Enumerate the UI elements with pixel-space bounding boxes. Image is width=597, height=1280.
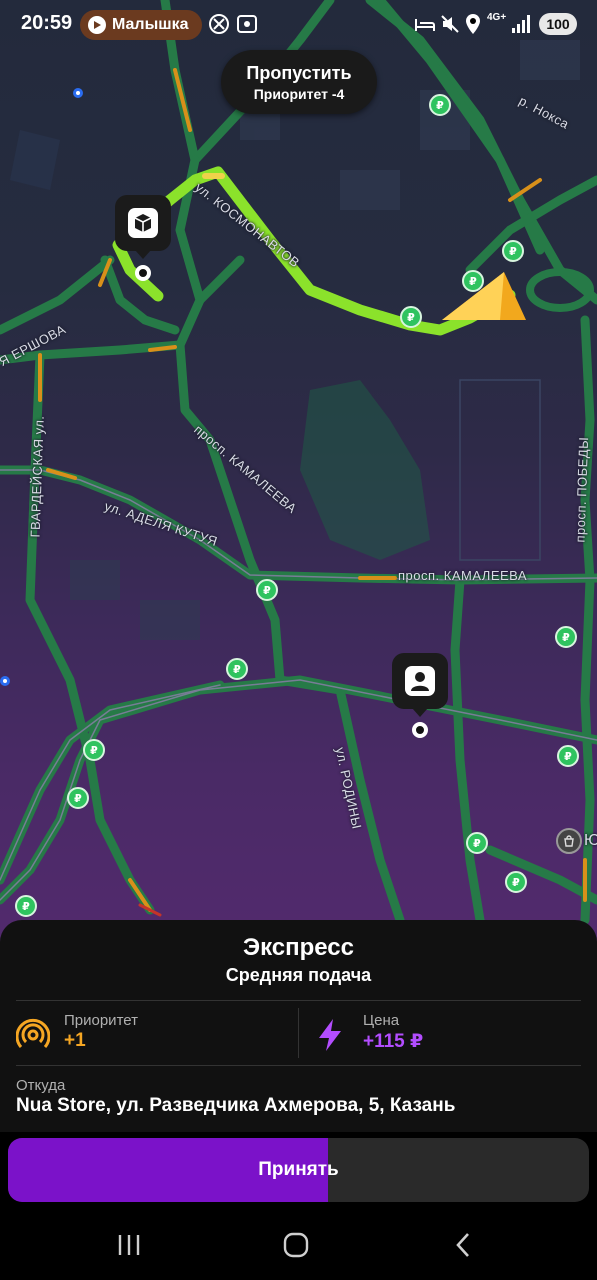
play-icon [88, 16, 106, 34]
pickup-pin[interactable] [115, 195, 171, 259]
priority-broadcast-icon [16, 1018, 50, 1048]
recent-apps-icon [118, 1235, 140, 1255]
fuel-station-icon[interactable]: ₽ [429, 94, 451, 116]
recent-apps-button[interactable] [109, 1228, 149, 1262]
pickup-point [135, 265, 151, 281]
back-button[interactable] [443, 1228, 483, 1262]
fuel-station-icon[interactable]: ₽ [400, 306, 422, 328]
media-app-name: Малышка [112, 16, 189, 33]
priority-label: Приоритет [64, 1012, 138, 1029]
priority-value: +1 [64, 1030, 86, 1051]
divider [298, 1008, 299, 1058]
skip-button[interactable]: Пропустить Приоритет -4 [221, 50, 377, 114]
skip-priority-penalty: Приоритет -4 [253, 85, 345, 102]
home-button[interactable] [276, 1228, 316, 1262]
fuel-station-icon[interactable]: ₽ [502, 240, 524, 262]
fuel-station-icon[interactable]: ₽ [83, 739, 105, 761]
divider [16, 1065, 581, 1066]
client-point [412, 722, 428, 738]
person-icon [405, 666, 435, 696]
network-type: 4G+ [487, 12, 507, 23]
accept-button-label: Принять [258, 1159, 339, 1180]
accept-button[interactable]: Принять [8, 1138, 589, 1202]
price-label: Цена [363, 1012, 400, 1029]
fuel-station-icon[interactable]: ₽ [256, 579, 278, 601]
battery-indicator: 100 [539, 13, 577, 35]
map-view[interactable]: ул. КОСМОНАВТОВ р. Нокса Я ЕРШОВА ГВАРДЕ… [0, 0, 597, 1000]
fuel-station-icon[interactable]: ₽ [555, 626, 577, 648]
skip-button-label: Пропустить [246, 62, 352, 83]
fuel-station-icon[interactable]: ₽ [67, 787, 89, 809]
home-icon [283, 1232, 309, 1258]
order-card: Экспресс Средняя подача Приоритет +1 Цен… [0, 920, 597, 1132]
street-label: просп. КАМАЛЕЕВА [398, 568, 528, 583]
bed-icon [415, 19, 435, 31]
price-value: +115 ₽ [363, 1031, 424, 1052]
road-network [0, 0, 597, 925]
fuel-station-icon[interactable]: ₽ [557, 745, 579, 767]
fuel-station-icon[interactable]: ₽ [505, 871, 527, 893]
screen-capture-icon [237, 15, 257, 33]
signal-icon [512, 15, 530, 33]
app-notification-icon [209, 14, 229, 34]
mute-icon [441, 15, 459, 33]
fuel-station-icon[interactable]: ₽ [466, 832, 488, 854]
priority-info: Приоритет +1 [16, 1012, 296, 1062]
fuel-station-icon[interactable]: ₽ [15, 895, 37, 917]
package-icon [128, 208, 158, 238]
from-label: Откуда [16, 1077, 66, 1094]
street-label: Ю [584, 832, 597, 849]
poi-marker[interactable] [0, 676, 10, 686]
back-arrow-icon [456, 1233, 469, 1257]
order-tariff-title: Экспресс [243, 934, 354, 961]
status-bar: 20:59 Малышка 4G+ 100 [0, 0, 597, 44]
price-info: Цена +115 ₽ [315, 1012, 575, 1062]
system-nav-bar [0, 1210, 597, 1280]
poi-marker[interactable] [73, 88, 83, 98]
client-pin[interactable] [392, 653, 448, 717]
divider [16, 1000, 581, 1001]
location-icon [466, 14, 480, 34]
order-pickup-type: Средняя подача [225, 965, 372, 985]
pickup-address: Nua Store, ул. Разведчика Ахмерова, 5, К… [16, 1095, 456, 1116]
media-indicator[interactable]: Малышка [80, 10, 202, 40]
shop-icon[interactable] [556, 828, 582, 854]
status-time: 20:59 [21, 12, 73, 34]
fuel-station-icon[interactable]: ₽ [226, 658, 248, 680]
navigation-arrow-icon [442, 272, 526, 320]
accept-area: Принять [0, 1132, 597, 1210]
lightning-icon [319, 1019, 341, 1051]
